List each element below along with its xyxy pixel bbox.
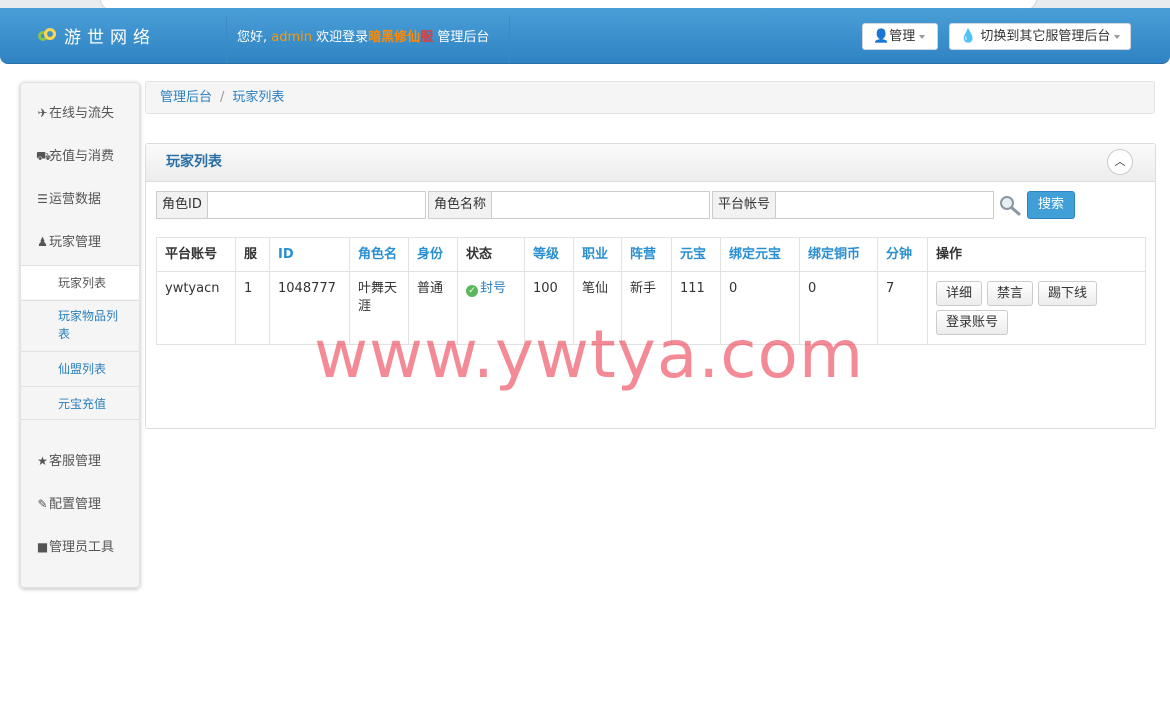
- login-account-button[interactable]: 登录账号: [936, 310, 1009, 335]
- panel-header: 玩家列表 ︿: [146, 144, 1155, 182]
- search-button[interactable]: 搜索: [1027, 191, 1075, 219]
- search-icon[interactable]: [998, 194, 1022, 216]
- top-header: 游世网络 您好, admin 欢迎登录暗黑修仙服 管理后台 👤管理 💧 切换到其…: [0, 8, 1170, 64]
- cell-actions: 详细 禁言 踢下线登录账号: [927, 271, 1146, 345]
- cell-level: 100: [524, 271, 574, 345]
- cell-identity: 普通: [408, 271, 458, 345]
- cell-minutes: 7: [877, 271, 928, 345]
- caret-down-icon: [1114, 34, 1121, 39]
- cell-status: ✓ 封号: [457, 271, 525, 345]
- sidebar-item-config[interactable]: ✎配置管理: [21, 490, 139, 518]
- col-bound-yuanbao[interactable]: 绑定元宝: [720, 237, 800, 272]
- col-faction[interactable]: 阵营: [621, 237, 672, 272]
- col-level[interactable]: 等级: [524, 237, 574, 272]
- detail-button[interactable]: 详细: [936, 281, 983, 306]
- sidebar-item-admin-tools[interactable]: ■管理员工具: [21, 533, 139, 561]
- role-name-input[interactable]: [491, 191, 711, 219]
- chevron-up-icon: ︿: [1114, 155, 1126, 168]
- platform-account-field: 平台帐号: [712, 191, 995, 219]
- breadcrumb-root-link[interactable]: 管理后台: [160, 90, 212, 105]
- sidebar-sub-player-list[interactable]: 玩家列表: [21, 265, 139, 299]
- server-name: 暗黑修仙: [368, 30, 421, 45]
- logo-mark-icon: [38, 27, 56, 45]
- role-id-field: 角色ID: [156, 191, 426, 219]
- platform-account-label: 平台帐号: [712, 191, 776, 219]
- sidebar-sub-player-items[interactable]: 玩家物品列表: [21, 300, 139, 350]
- cell-server: 1: [235, 271, 270, 345]
- cell-job: 笔仙: [573, 271, 622, 345]
- lock-icon: ■: [36, 540, 49, 554]
- list-icon: ☰: [37, 192, 48, 206]
- platform-account-input[interactable]: [775, 191, 995, 219]
- welcome-message: 您好, admin 欢迎登录暗黑修仙服 管理后台: [226, 16, 510, 63]
- cell-faction: 新手: [621, 271, 672, 345]
- sidebar-item-players[interactable]: ♟玩家管理: [21, 228, 139, 256]
- player-list-panel: 玩家列表 ︿ 角色ID 角色名称 平台帐号 搜索 平台账号 服 ID 角色名 身…: [145, 143, 1156, 429]
- manage-dropdown-button[interactable]: 👤管理: [862, 23, 938, 50]
- kick-button[interactable]: 踢下线: [1038, 281, 1098, 306]
- col-role-name[interactable]: 角色名: [349, 237, 409, 272]
- col-status: 状态: [457, 237, 525, 272]
- sidebar-item-recharge[interactable]: ⛟充值与消费: [21, 142, 139, 170]
- role-id-input[interactable]: [206, 191, 426, 219]
- user-icon: ♟: [37, 235, 48, 249]
- browser-strip: [0, 0, 1170, 10]
- col-yuanbao[interactable]: 元宝: [671, 237, 721, 272]
- edit-icon: ✎: [37, 497, 48, 511]
- col-platform-account: 平台账号: [156, 237, 236, 272]
- col-job[interactable]: 职业: [573, 237, 622, 272]
- col-id[interactable]: ID: [269, 237, 350, 272]
- plane-icon: ✈: [37, 106, 48, 120]
- caret-down-icon: [919, 34, 926, 39]
- role-name-field: 角色名称: [428, 191, 711, 219]
- collapse-button[interactable]: ︿: [1107, 149, 1133, 175]
- switch-server-dropdown-button[interactable]: 💧 切换到其它服管理后台: [949, 23, 1131, 50]
- player-table: 平台账号 服 ID 角色名 身份 状态 等级 职业 阵营 元宝 绑定元宝 绑定铜…: [156, 237, 1146, 345]
- cart-icon: ⛟: [36, 149, 52, 163]
- droplet-icon: 💧: [960, 29, 977, 44]
- breadcrumb: 管理后台 / 玩家列表: [145, 81, 1155, 114]
- username: admin: [271, 30, 313, 45]
- table-row: ywtyacn 1 1048777 叶舞天涯 普通 ✓ 封号 100 笔仙 新手 …: [156, 271, 1146, 345]
- sidebar-sub-yuanbao-recharge[interactable]: 元宝充值: [21, 386, 139, 420]
- role-name-label: 角色名称: [428, 191, 492, 219]
- check-circle-icon: ✓: [466, 285, 478, 297]
- cell-yuanbao: 111: [671, 271, 721, 345]
- user-icon: 👤: [873, 29, 890, 44]
- star-icon: ★: [37, 454, 48, 468]
- logo-text: 游世网络: [64, 28, 156, 48]
- role-id-label: 角色ID: [156, 191, 207, 219]
- sidebar-item-online[interactable]: ✈在线与流失: [21, 99, 139, 127]
- cell-platform-account: ywtyacn: [156, 271, 236, 345]
- status-link[interactable]: ✓ 封号: [466, 281, 506, 297]
- cell-bound-yuanbao: 0: [720, 271, 800, 345]
- sidebar-sub-guild-list[interactable]: 仙盟列表: [21, 351, 139, 385]
- col-actions: 操作: [927, 237, 1146, 272]
- col-minutes[interactable]: 分钟: [877, 237, 928, 272]
- cell-id: 1048777: [269, 271, 350, 345]
- mute-button[interactable]: 禁言: [987, 281, 1034, 306]
- panel-title: 玩家列表: [166, 154, 222, 170]
- sidebar-item-operations[interactable]: ☰运营数据: [21, 185, 139, 213]
- server-tag: 服: [420, 30, 434, 45]
- cell-role-name: 叶舞天涯: [349, 271, 409, 345]
- col-bound-copper[interactable]: 绑定铜币: [799, 237, 878, 272]
- col-server: 服: [235, 237, 270, 272]
- sidebar: ✈在线与流失 ⛟充值与消费 ☰运营数据 ♟玩家管理 玩家列表 玩家物品列表 仙盟…: [20, 82, 140, 588]
- col-identity[interactable]: 身份: [408, 237, 458, 272]
- breadcrumb-current-link[interactable]: 玩家列表: [232, 90, 284, 105]
- logo: 游世网络: [38, 23, 156, 48]
- cell-bound-copper: 0: [799, 271, 878, 345]
- table-header-row: 平台账号 服 ID 角色名 身份 状态 等级 职业 阵营 元宝 绑定元宝 绑定铜…: [156, 237, 1146, 272]
- sidebar-item-customer-service[interactable]: ★客服管理: [21, 447, 139, 475]
